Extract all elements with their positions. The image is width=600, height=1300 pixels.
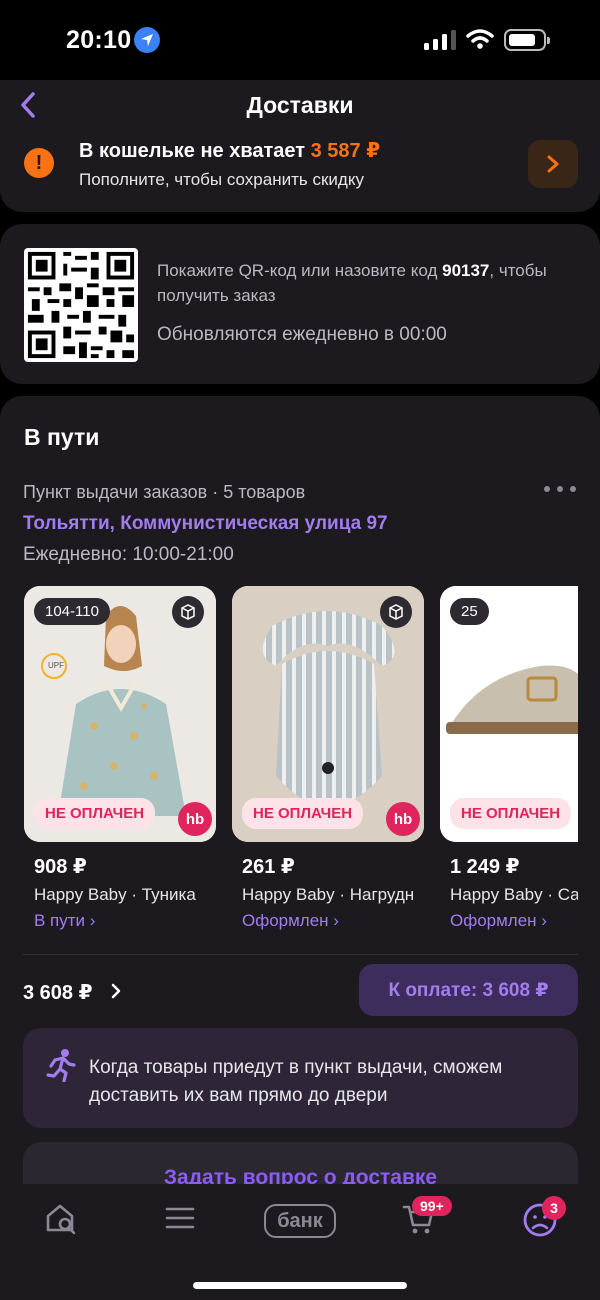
wifi-icon — [466, 29, 494, 49]
product-name: Happy Baby · Туника — [34, 885, 196, 904]
product-price: 908 ₽ — [34, 856, 87, 878]
product-card[interactable]: НЕ ОПЛАЧЕН hb 261 ₽ Happy Baby · Нагрудн… — [232, 586, 424, 931]
product-name: Happy Baby · Сандалии — [450, 885, 578, 904]
profile-notification-badge: 3 — [542, 1196, 566, 1220]
door-delivery-text: Когда товары приедут в пункт выдачи, смо… — [89, 1057, 503, 1106]
chevron-right-icon — [547, 155, 559, 173]
warning-icon: ! — [24, 148, 54, 178]
cart-count-badge: 99+ — [412, 1196, 452, 1216]
qr-instructions: Покажите QR-код или назовите код 90137, … — [157, 258, 577, 308]
status-bar: 20:10 — [0, 0, 600, 80]
wallet-shortfall-amount: 3 587 ₽ — [310, 140, 381, 162]
chevron-right-icon[interactable] — [110, 982, 122, 1000]
location-arrow-icon — [134, 27, 160, 53]
product-image-bib[interactable]: НЕ ОПЛАЧЕН hb — [232, 586, 424, 842]
wallet-warning-label: В кошельке не хватает — [79, 140, 306, 162]
pickup-address[interactable]: Тольятти, Коммунистическая улица 97 — [23, 513, 388, 535]
home-search-icon[interactable] — [44, 1202, 78, 1236]
cellular-signal-icon — [424, 30, 456, 50]
battery-icon — [504, 29, 550, 51]
pickup-code: 90137 — [442, 261, 490, 280]
product-status-link[interactable]: Оформлен › — [450, 911, 578, 931]
door-delivery-info: Когда товары приедут в пункт выдачи, смо… — [23, 1028, 578, 1128]
package-return-icon — [380, 596, 412, 628]
product-card[interactable]: UPF 104-110 НЕ ОПЛАЧЕН hb 908 ₽ Happy Ba… — [24, 586, 216, 931]
product-image-tunic[interactable]: UPF 104-110 НЕ ОПЛАЧЕН hb — [24, 586, 216, 842]
running-person-icon — [46, 1049, 76, 1082]
header-card: Доставки ! В кошельке не хватает 3 587 ₽… — [0, 80, 600, 212]
more-dots-icon[interactable] — [544, 486, 576, 496]
product-name: Happy Baby · Нагрудник — [242, 885, 414, 904]
unpaid-badge: НЕ ОПЛАЧЕН — [242, 798, 364, 829]
product-status-link[interactable]: В пути › — [34, 911, 216, 931]
unpaid-badge: НЕ ОПЛАЧЕН — [450, 798, 572, 829]
divider — [23, 954, 578, 955]
status-time: 20:10 — [66, 26, 132, 54]
product-price: 261 ₽ — [242, 856, 295, 878]
pickup-meta: Пункт выдачи заказов · 5 товаров — [23, 482, 306, 502]
product-image-sandals[interactable]: 25 НЕ ОПЛАЧЕН — [440, 586, 578, 842]
product-price: 1 249 ₽ — [450, 856, 520, 878]
package-return-icon — [172, 596, 204, 628]
pay-button[interactable]: К оплате: 3 608 ₽ — [359, 964, 578, 1016]
home-indicator[interactable] — [193, 1282, 407, 1289]
product-status-link[interactable]: Оформлен › — [242, 911, 424, 931]
dynamic-island — [212, 16, 388, 68]
wallet-warning: В кошельке не хватает 3 587 ₽ — [79, 138, 380, 163]
bank-tab[interactable]: банк — [264, 1204, 336, 1238]
order-total[interactable]: 3 608 ₽ — [23, 980, 93, 1005]
menu-icon[interactable] — [164, 1202, 196, 1234]
brand-logo: hb — [178, 802, 212, 836]
order-card: В пути Пункт выдачи заказов · 5 товаров … — [0, 396, 600, 1216]
product-card[interactable]: 25 НЕ ОПЛАЧЕН 1 249 ₽ Happy Baby · Санда… — [440, 586, 578, 931]
qr-card: Покажите QR-код или назовите код 90137, … — [0, 224, 600, 384]
wallet-subtitle: Пополните, чтобы сохранить скидку — [79, 170, 364, 189]
size-badge: 104-110 — [34, 598, 110, 625]
unpaid-badge: НЕ ОПЛАЧЕН — [34, 798, 156, 829]
qr-update-note: Обновляются ежедневно в 00:00 — [157, 324, 447, 345]
brand-logo: hb — [386, 802, 420, 836]
size-badge: 25 — [450, 598, 489, 625]
wallet-topup-button[interactable] — [528, 140, 578, 188]
qr-code-icon[interactable] — [24, 248, 138, 362]
page-title: Доставки — [246, 92, 354, 118]
tab-bar: банк 99+ 3 — [0, 1184, 600, 1300]
product-carousel[interactable]: UPF 104-110 НЕ ОПЛАЧЕН hb 908 ₽ Happy Ba… — [0, 586, 578, 936]
qr-instructions-text: Покажите QR-код или назовите код — [157, 261, 438, 280]
section-title: В пути — [24, 424, 100, 450]
pickup-hours: Ежедневно: 10:00-21:00 — [23, 544, 234, 565]
svg-text:UPF: UPF — [48, 661, 64, 670]
